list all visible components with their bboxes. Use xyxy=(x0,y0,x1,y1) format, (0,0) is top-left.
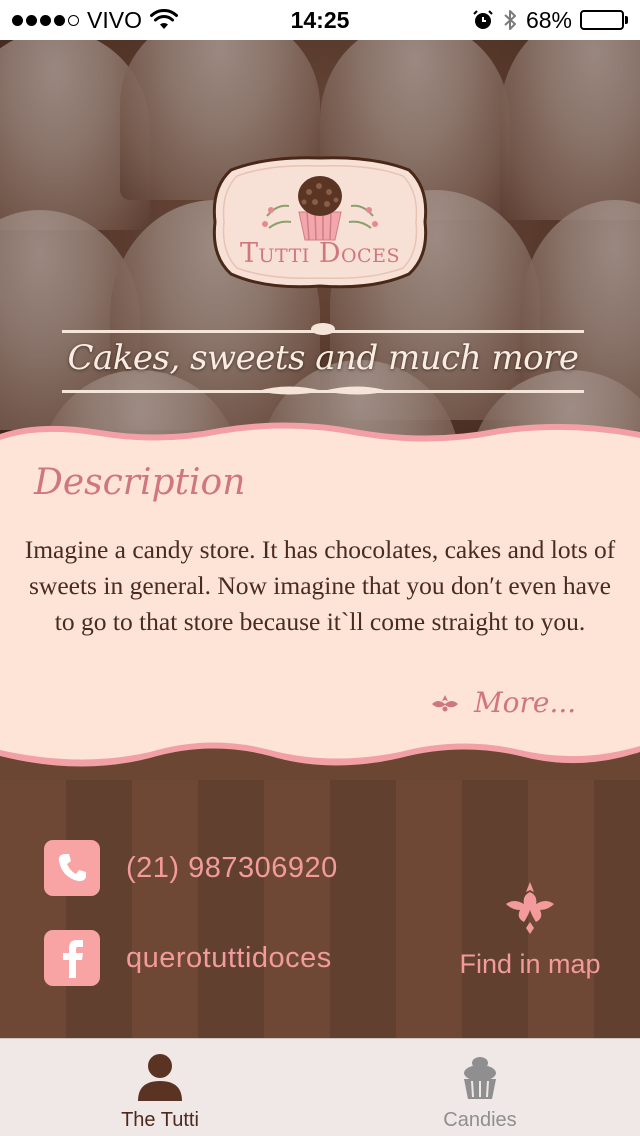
status-bar: VIVO 14:25 68% xyxy=(0,0,640,40)
carrier-label: VIVO xyxy=(87,6,142,33)
description-title: Description xyxy=(34,462,246,503)
more-link[interactable]: More... xyxy=(428,686,576,719)
logo-text: Tutti Doces xyxy=(240,238,400,269)
find-in-map-label: Find in map xyxy=(459,949,601,979)
fleur-ornament-icon xyxy=(506,882,554,934)
tagline: Cakes, sweets and much more xyxy=(67,338,580,378)
battery-icon xyxy=(580,10,628,30)
facebook-contact[interactable]: querotuttidoces xyxy=(44,930,332,986)
tagline-block: Cakes, sweets and much more xyxy=(62,323,584,400)
tab-the-tutti-label: The Tutti xyxy=(121,1109,199,1131)
status-left: VIVO xyxy=(12,7,178,34)
tab-candies[interactable]: Candies xyxy=(320,1039,640,1136)
battery-percent: 68% xyxy=(525,6,572,33)
ornament-icon xyxy=(432,694,458,711)
ornament-icon xyxy=(311,323,335,335)
cupcake-icon xyxy=(464,1057,496,1099)
alarm-icon xyxy=(473,10,493,29)
phone-contact[interactable]: (21) 987306920 xyxy=(44,840,338,896)
flourish-icon xyxy=(258,386,388,395)
tab-the-tutti[interactable]: The Tutti xyxy=(0,1039,320,1136)
description-body: Imagine a candy store. It has chocolates… xyxy=(24,535,616,636)
status-right: 68% xyxy=(472,7,628,34)
signal-dots-icon xyxy=(12,14,79,26)
tutti-doces-logo: Tutti Doces xyxy=(212,156,428,289)
facebook-handle: querotuttidoces xyxy=(126,941,332,974)
phone-number: (21) 987306920 xyxy=(126,851,338,884)
facebook-icon xyxy=(44,930,100,986)
tab-candies-label: Candies xyxy=(443,1109,517,1131)
more-label: More... xyxy=(474,686,577,719)
hero-banner: Tutti Doces Cakes, sweets and much more xyxy=(0,40,640,440)
person-icon xyxy=(138,1054,182,1101)
tab-bar: The Tutti Candies xyxy=(0,1038,640,1136)
bluetooth-icon xyxy=(504,10,516,30)
wifi-icon xyxy=(149,9,178,29)
phone-icon xyxy=(44,840,100,896)
find-in-map-button[interactable]: Find in map xyxy=(450,880,610,980)
